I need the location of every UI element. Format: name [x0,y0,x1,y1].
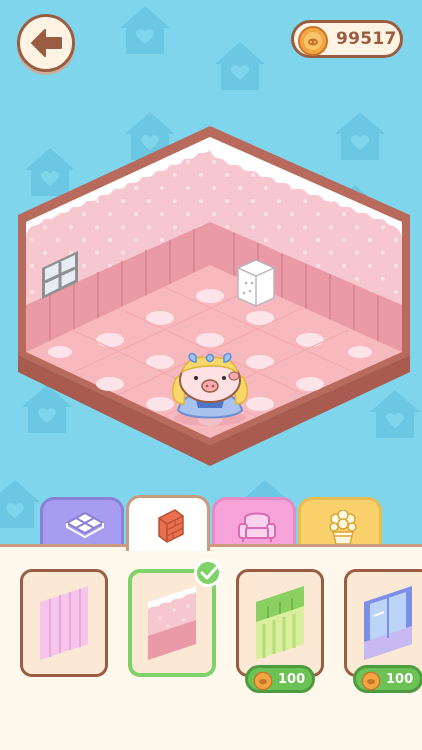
coin-icon [361,671,381,691]
floor-tile-icon [65,511,105,539]
category-tabs [0,495,422,551]
tab-decor[interactable] [298,497,382,549]
flower-pot-icon [329,510,357,545]
green-wallpaper-thumb [256,586,304,660]
room-scene: 99517 [0,0,422,545]
tab-floor[interactable] [40,497,124,549]
item-pink-heart-wallpaper[interactable] [128,559,222,677]
price-label: 100 [386,672,414,687]
item-green-wallpaper[interactable] [236,569,324,677]
item-panel: 100 100 [0,544,422,750]
armchair-icon [238,512,276,542]
item-pink-stripe-wallpaper[interactable] [20,569,108,677]
tab-wall[interactable] [126,495,210,551]
price-tag-green-wallpaper: 100 [245,665,315,693]
brick-icon [158,509,184,543]
price-label: 100 [278,672,306,687]
checkmark-icon [200,566,218,580]
coin-icon [253,671,273,691]
item-blue-window-wallpaper[interactable] [344,569,422,677]
price-tag-blue-window-wallpaper: 100 [353,665,422,693]
pink-heart-wallpaper-thumb [148,586,196,660]
pink-stripe-wallpaper-thumb [40,586,88,660]
isometric-room [18,126,410,466]
tab-furniture[interactable] [212,497,296,549]
selected-check-badge [194,559,222,587]
blue-window-wallpaper-thumb [364,586,412,660]
mini-fridge [237,259,275,307]
